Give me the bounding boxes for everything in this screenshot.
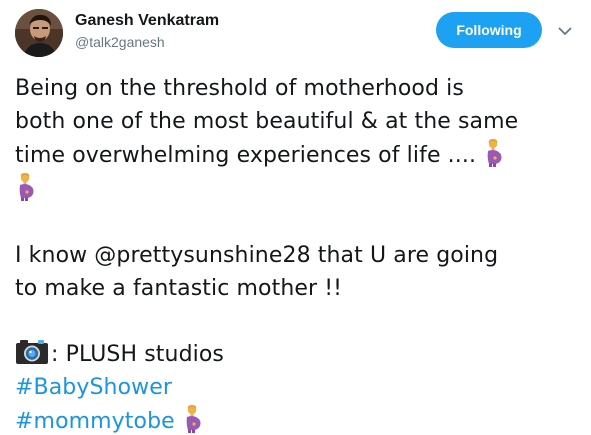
tweet-text-line-3: time overwhelming experiences of life ..… bbox=[15, 143, 477, 168]
following-button[interactable]: Following bbox=[436, 12, 542, 48]
tweet-line: #BabyShower bbox=[15, 371, 580, 404]
tweet-line bbox=[15, 172, 580, 206]
tweet-text: Being on the threshold of motherhood is … bbox=[15, 72, 580, 435]
tweet-line: Being on the threshold of motherhood is bbox=[15, 72, 580, 105]
chevron-down-icon[interactable] bbox=[556, 22, 574, 40]
photo-credit: : PLUSH studios bbox=[51, 342, 224, 367]
user-name[interactable]: Ganesh Venkatram bbox=[75, 11, 219, 31]
tweet-text-line-1: Being on the threshold of motherhood is bbox=[15, 76, 464, 101]
tweet-line: I know @prettysunshine28 that U are goin… bbox=[15, 239, 580, 272]
tweet-line: time overwhelming experiences of life ..… bbox=[15, 138, 580, 172]
pregnant-woman-icon bbox=[483, 138, 505, 168]
camera-icon bbox=[15, 339, 49, 365]
avatar[interactable] bbox=[15, 9, 63, 57]
tweet-line: : PLUSH studios bbox=[15, 338, 580, 371]
tweet-card: Ganesh Venkatram @talk2ganesh Following … bbox=[0, 0, 591, 435]
pregnant-woman-icon bbox=[182, 404, 204, 434]
tweet-line: #mommytobe bbox=[15, 404, 580, 435]
tweet-line: to make a fantastic mother !! bbox=[15, 272, 580, 305]
tweet-line: both one of the most beautiful & at the … bbox=[15, 105, 580, 138]
hashtag-babyshower[interactable]: #BabyShower bbox=[15, 375, 172, 400]
tweet-text-line-4: I know @prettysunshine28 that U are goin… bbox=[15, 243, 499, 268]
tweet-text-line-2: both one of the most beautiful & at the … bbox=[15, 109, 519, 134]
pregnant-woman-icon bbox=[15, 172, 37, 202]
hashtag-mommytobe[interactable]: #mommytobe bbox=[15, 409, 175, 434]
user-handle[interactable]: @talk2ganesh bbox=[75, 33, 165, 51]
tweet-text-line-5: to make a fantastic mother !! bbox=[15, 276, 343, 301]
